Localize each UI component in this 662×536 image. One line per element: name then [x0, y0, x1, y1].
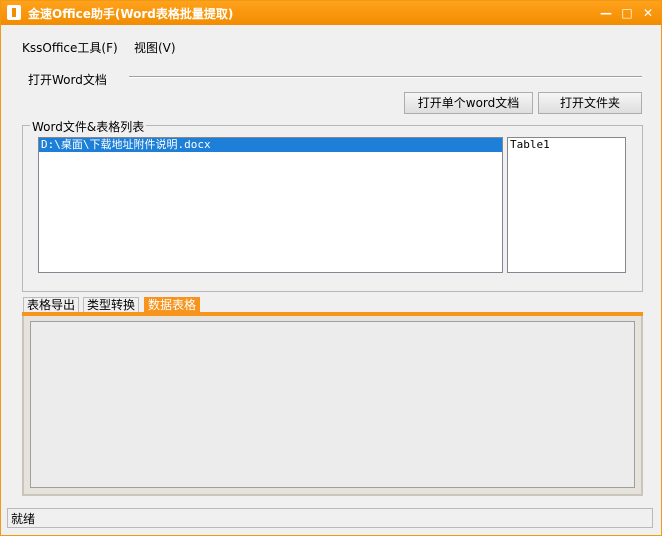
title-bar[interactable]: 金速Office助手(Word表格批量提取) — □ ✕	[1, 1, 661, 25]
open-folder-button[interactable]: 打开文件夹	[538, 92, 642, 114]
menu-kssoffice-tools[interactable]: KssOffice工具(F)	[22, 39, 118, 56]
window-title: 金速Office助手(Word表格批量提取)	[28, 7, 234, 21]
data-table-area[interactable]	[30, 321, 635, 488]
maximize-icon[interactable]: □	[618, 4, 636, 22]
table-list[interactable]: Table1	[507, 137, 626, 273]
list-item[interactable]: D:\桌面\下载地址附件说明.docx	[39, 138, 502, 152]
app-window: 金速Office助手(Word表格批量提取) — □ ✕ KssOffice工具…	[0, 0, 662, 536]
tab-panel	[22, 316, 643, 496]
open-word-label: 打开Word文档	[28, 71, 111, 88]
tab-type-convert[interactable]: 类型转换	[83, 297, 140, 313]
tab-data-table[interactable]: 数据表格	[144, 297, 201, 313]
app-logo-icon	[7, 5, 21, 20]
menu-bar: KssOffice工具(F) 视图(V)	[1, 35, 661, 57]
status-bar: 就绪	[7, 508, 653, 528]
tab-table-export[interactable]: 表格导出	[23, 297, 80, 313]
close-icon[interactable]: ✕	[639, 4, 657, 22]
minimize-icon[interactable]: —	[597, 4, 615, 22]
file-table-group-label: Word文件&表格列表	[30, 118, 147, 135]
open-single-word-button[interactable]: 打开单个word文档	[404, 92, 533, 114]
menu-view[interactable]: 视图(V)	[134, 39, 176, 56]
section-divider	[129, 76, 642, 78]
word-file-list[interactable]: D:\桌面\下载地址附件说明.docx	[38, 137, 503, 273]
list-item[interactable]: Table1	[508, 138, 625, 152]
